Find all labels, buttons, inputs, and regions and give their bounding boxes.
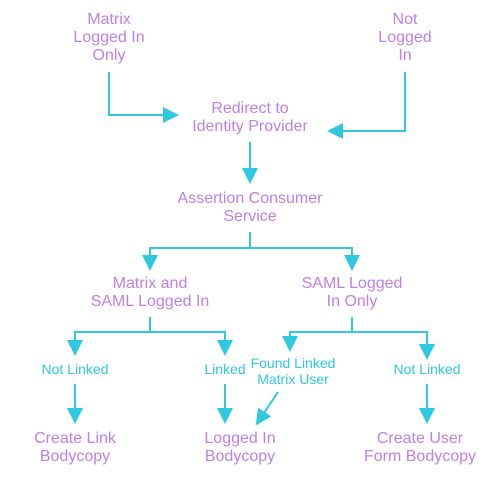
arrow-acs-to-samlonly (250, 232, 352, 267)
arrow-fork-right-notlinked (352, 317, 427, 356)
node-create-user-l1: Create User (377, 430, 464, 447)
node-logged-in-l2: Bodycopy (205, 448, 275, 465)
edge-found-linked-l2: Matrix User (257, 371, 329, 387)
node-matrix-logged-in-only-l3: Only (93, 47, 126, 64)
arrow-fork-left-notlinked (75, 317, 150, 352)
arrow-matrix-to-redirect (109, 72, 175, 115)
node-redirect-l2: Identity Provider (192, 118, 308, 135)
node-create-user-l2: Form Bodycopy (364, 448, 476, 465)
node-matrix-saml-l1: Matrix and (113, 275, 188, 292)
node-acs-l2: Service (223, 208, 276, 225)
edge-linked: Linked (204, 361, 245, 377)
node-create-link-l2: Bodycopy (40, 448, 110, 465)
node-matrix-saml-l2: SAML Logged In (91, 293, 210, 310)
node-matrix-logged-in-only-l2: Logged In (73, 29, 144, 46)
arrow-found-to-loggedin (258, 392, 278, 422)
arrow-fork-right-found (290, 317, 352, 348)
node-logged-in-l1: Logged In (204, 430, 275, 447)
edge-not-linked-left: Not Linked (42, 361, 109, 377)
edge-found-linked-l1: Found Linked (251, 355, 336, 371)
node-not-logged-in-l1: Not (393, 11, 418, 28)
node-saml-only-l2: In Only (327, 293, 378, 310)
node-not-logged-in-l3: In (398, 47, 411, 64)
edge-not-linked-right: Not Linked (394, 361, 461, 377)
node-saml-only-l1: SAML Logged (302, 275, 403, 292)
arrow-fork-left-linked (150, 317, 225, 352)
node-create-link-l1: Create Link (34, 430, 117, 447)
node-acs-l1: Assertion Consumer (178, 190, 324, 207)
node-redirect-l1: Redirect to (211, 100, 288, 117)
arrow-acs-to-matrixsaml (150, 232, 250, 267)
node-matrix-logged-in-only-l1: Matrix (87, 11, 131, 28)
node-not-logged-in-l2: Logged (378, 29, 431, 46)
saml-flow-diagram: Matrix Logged In Only Not Logged In Redi… (0, 0, 500, 500)
arrow-notlogged-to-redirect (331, 72, 405, 131)
